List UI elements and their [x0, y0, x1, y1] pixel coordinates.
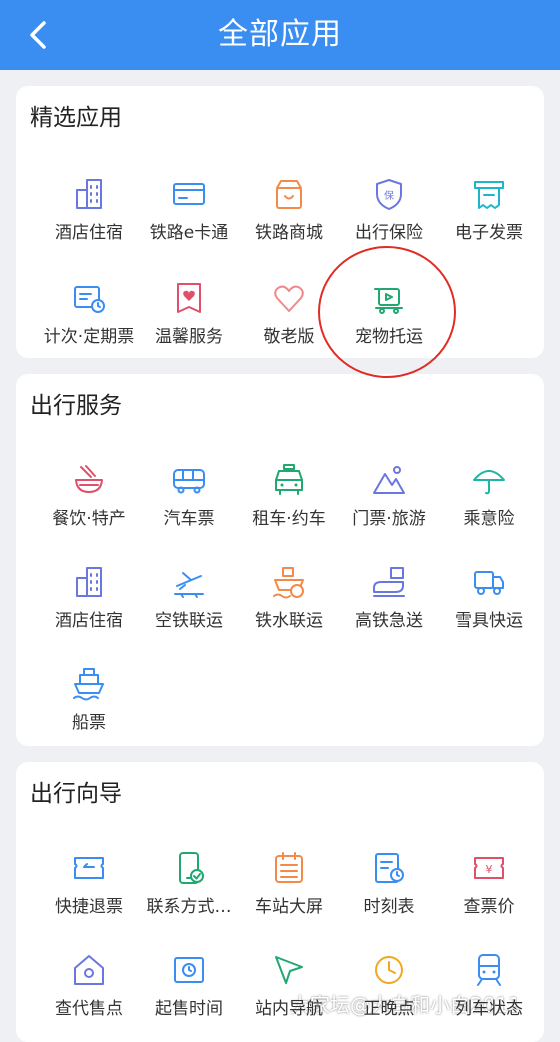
app-item[interactable]: ¥ 查票价 — [438, 850, 540, 930]
taxi-icon — [271, 462, 307, 498]
section-title: 精选应用 — [30, 105, 122, 131]
train-status-icon — [471, 952, 507, 988]
top-bar: 全部应用 — [0, 0, 560, 70]
app-item-label: 出行保险 — [355, 223, 423, 243]
app-item[interactable]: 租车·约车 — [238, 462, 340, 542]
app-item[interactable]: 铁水联运 — [238, 564, 340, 644]
app-item-label: 起售时间 — [155, 999, 223, 1019]
app-item[interactable]: 雪具快运 — [438, 564, 540, 644]
price-ticket-icon: ¥ — [471, 850, 507, 886]
app-item[interactable]: 快捷退票 — [38, 850, 140, 930]
app-item[interactable]: 餐饮·特产 — [38, 462, 140, 542]
mountain-icon — [371, 462, 407, 498]
app-item-label: 温馨服务 — [155, 327, 223, 347]
heart-icon — [271, 280, 307, 316]
outlet-house-icon — [71, 952, 107, 988]
app-item[interactable]: 酒店住宿 — [38, 176, 140, 256]
app-item[interactable]: 门票·旅游 — [338, 462, 440, 542]
app-item-label: 雪具快运 — [455, 611, 523, 631]
app-item-label: 门票·旅游 — [352, 509, 426, 529]
app-item[interactable]: 温馨服务 — [138, 280, 240, 360]
bus-icon — [171, 462, 207, 498]
app-item[interactable]: 列车状态 — [438, 952, 540, 1032]
app-item-label: 汽车票 — [163, 509, 215, 529]
express-train-icon — [371, 564, 407, 600]
app-item[interactable]: 保出行保险 — [338, 176, 440, 256]
app-item-label: 计次·定期票 — [43, 327, 135, 347]
app-item-label: 餐饮·特产 — [52, 509, 126, 529]
app-item[interactable]: 船票 — [38, 666, 140, 746]
app-item-label: 快捷退票 — [55, 897, 123, 917]
app-item[interactable]: 铁路商城 — [238, 176, 340, 256]
app-item-label: 铁水联运 — [255, 611, 323, 631]
app-item[interactable]: 联系方式… — [138, 850, 240, 930]
food-bowl-icon — [71, 462, 107, 498]
refund-ticket-icon — [71, 850, 107, 886]
app-item[interactable]: 高铁急送 — [338, 564, 440, 644]
sale-time-icon — [171, 952, 207, 988]
timetable-icon — [371, 850, 407, 886]
app-item-label: 空铁联运 — [155, 611, 223, 631]
card-icon — [171, 176, 207, 212]
page-title: 全部应用 — [218, 17, 342, 52]
app-item[interactable]: 空铁联运 — [138, 564, 240, 644]
app-item[interactable]: 计次·定期票 — [38, 280, 140, 360]
care-icon — [171, 280, 207, 316]
ship-train-icon — [271, 564, 307, 600]
invoice-icon — [471, 176, 507, 212]
app-item[interactable]: 酒店住宿 — [38, 564, 140, 644]
svg-text:保: 保 — [384, 189, 394, 202]
app-item-label: 联系方式… — [146, 897, 232, 917]
app-item-label: 查代售点 — [55, 999, 123, 1019]
app-item[interactable]: 乘意险 — [438, 462, 540, 542]
hotel-icon — [71, 564, 107, 600]
app-item-label: 酒店住宿 — [55, 611, 123, 631]
app-item-label: 电子发票 — [455, 223, 523, 243]
hotel-icon — [71, 176, 107, 212]
app-item-label: 车站大屏 — [255, 897, 323, 917]
app-item[interactable]: 时刻表 — [338, 850, 440, 930]
boat-icon — [71, 666, 107, 702]
periodic-ticket-icon — [71, 280, 107, 316]
umbrella-icon — [471, 462, 507, 498]
station-screen-icon — [271, 850, 307, 886]
shield-icon: 保 — [371, 176, 407, 212]
app-item-label: 列车状态 — [455, 999, 523, 1019]
app-item-label: 乘意险 — [463, 509, 515, 529]
app-item-label: 站内导航 — [255, 999, 323, 1019]
app-item-label: 租车·约车 — [252, 509, 326, 529]
app-item-label: 铁路e卡通 — [149, 223, 229, 243]
app-item-label: 船票 — [72, 713, 106, 733]
svg-text:¥: ¥ — [486, 863, 493, 876]
contact-phone-icon — [171, 850, 207, 886]
plane-train-icon — [171, 564, 207, 600]
app-item-label: 查票价 — [463, 897, 515, 917]
truck-icon — [471, 564, 507, 600]
app-item-label: 铁路商城 — [255, 223, 323, 243]
app-item-label: 时刻表 — [363, 897, 415, 917]
app-item[interactable]: 正晚点 — [338, 952, 440, 1032]
app-item-label: 正晚点 — [363, 999, 415, 1019]
section-title: 出行向导 — [30, 781, 122, 807]
section-title: 出行服务 — [30, 393, 122, 419]
app-item[interactable]: 汽车票 — [138, 462, 240, 542]
highlight-circle-annotation — [318, 246, 456, 378]
shop-icon — [271, 176, 307, 212]
app-item[interactable]: 起售时间 — [138, 952, 240, 1032]
app-item[interactable]: 查代售点 — [38, 952, 140, 1032]
clock-icon — [371, 952, 407, 988]
app-item-label: 酒店住宿 — [55, 223, 123, 243]
app-item[interactable]: 电子发票 — [438, 176, 540, 256]
app-item-label: 高铁急送 — [355, 611, 423, 631]
app-item[interactable]: 铁路e卡通 — [138, 176, 240, 256]
navigation-arrow-icon — [271, 952, 307, 988]
app-item[interactable]: 站内导航 — [238, 952, 340, 1032]
app-item[interactable]: 车站大屏 — [238, 850, 340, 930]
